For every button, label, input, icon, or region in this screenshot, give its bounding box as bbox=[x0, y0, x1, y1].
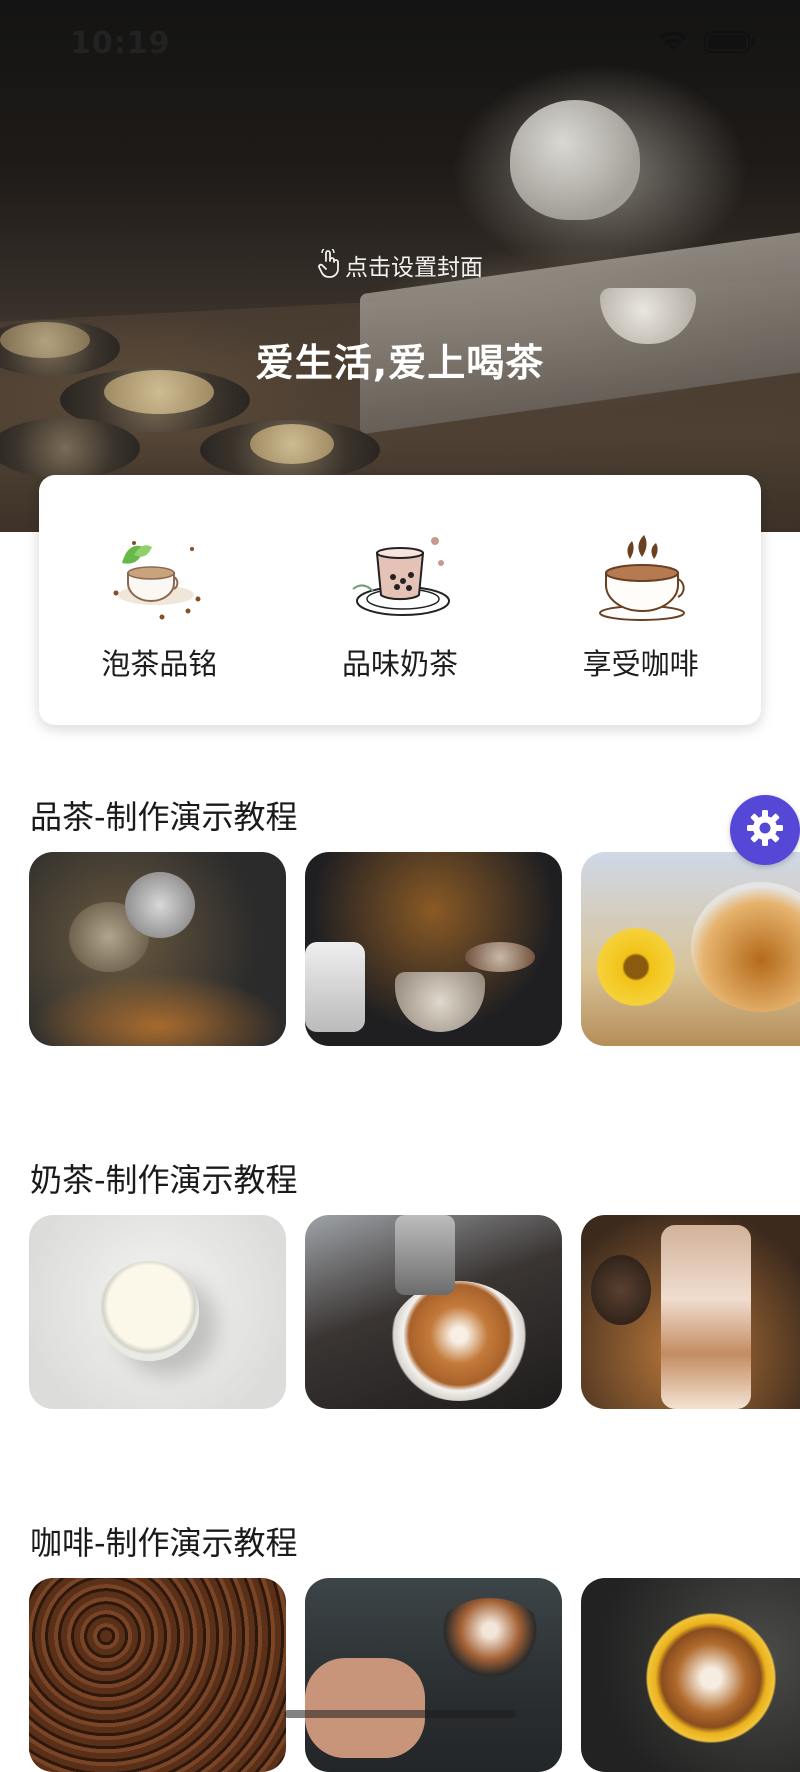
cover-cake-decoration bbox=[250, 424, 334, 464]
coffee-cup-icon bbox=[586, 533, 696, 623]
category-milk-tea[interactable]: 品味奶茶 bbox=[290, 475, 510, 683]
tea-tutorial-list bbox=[29, 852, 800, 1046]
tea-leaves-decoration bbox=[29, 972, 286, 1046]
section-title-coffee: 咖啡-制作演示教程 bbox=[30, 1524, 298, 1562]
battery-icon bbox=[704, 30, 756, 54]
hands-decoration bbox=[305, 1658, 425, 1758]
coffee-tutorial-thumbnail[interactable] bbox=[581, 1578, 800, 1772]
section-title-milk-tea: 奶茶-制作演示教程 bbox=[30, 1161, 298, 1199]
bubble-milk-tea-icon bbox=[345, 533, 455, 623]
tea-bowl-decoration bbox=[395, 972, 485, 1032]
sunflower-decoration bbox=[591, 922, 681, 1012]
hero-title: 爱生活,爱上喝茶 bbox=[255, 341, 545, 385]
home-indicator[interactable] bbox=[284, 1710, 516, 1718]
latte-cup-decoration bbox=[389, 1281, 529, 1401]
cover-teapot-decoration bbox=[510, 100, 640, 220]
iced-milk-tea-decoration bbox=[661, 1225, 751, 1409]
set-cover-label: 点击设置封面 bbox=[345, 255, 483, 281]
milk-tea-tutorial-thumbnail[interactable] bbox=[305, 1215, 562, 1409]
tea-tutorial-thumbnail[interactable] bbox=[29, 852, 286, 1046]
milk-tea-tutorial-thumbnail[interactable] bbox=[29, 1215, 286, 1409]
coffee-tutorial-list bbox=[29, 1578, 800, 1772]
settings-button[interactable] bbox=[730, 795, 800, 865]
status-icons bbox=[658, 30, 756, 54]
latte-art-decoration bbox=[641, 1608, 781, 1748]
tea-cup-icon bbox=[104, 533, 214, 623]
tea-tutorial-thumbnail[interactable] bbox=[305, 852, 562, 1046]
tea-strainer-decoration bbox=[125, 872, 195, 938]
coffee-grinder-decoration bbox=[591, 1255, 651, 1325]
tap-hand-icon bbox=[317, 246, 341, 285]
coffee-tutorial-thumbnail[interactable] bbox=[29, 1578, 286, 1772]
category-tea-label: 泡茶品铭 bbox=[101, 647, 218, 681]
coffee-tutorial-thumbnail[interactable] bbox=[305, 1578, 562, 1772]
category-coffee-label: 享受咖啡 bbox=[582, 647, 699, 681]
status-time: 10:19 bbox=[70, 26, 171, 61]
wifi-icon bbox=[658, 31, 688, 53]
category-tea[interactable]: 泡茶品铭 bbox=[49, 475, 269, 683]
cover-image[interactable]: 10:19 点击设置封面 爱生活,爱上喝茶 bbox=[0, 0, 800, 532]
section-title-tea: 品茶-制作演示教程 bbox=[30, 798, 298, 836]
category-card: 泡茶品铭 品味奶茶 享受咖啡 bbox=[39, 475, 761, 725]
milk-tea-tutorial-list bbox=[29, 1215, 800, 1409]
tea-glass-decoration bbox=[691, 882, 800, 1012]
tea-cup-decoration bbox=[465, 942, 535, 972]
milk-glass-decoration bbox=[99, 1261, 199, 1361]
milk-pitcher-decoration bbox=[395, 1215, 455, 1295]
tea-pitcher-decoration bbox=[305, 942, 365, 1032]
latte-cup-decoration bbox=[435, 1598, 545, 1678]
tea-tutorial-thumbnail[interactable] bbox=[581, 852, 800, 1046]
set-cover-hint[interactable]: 点击设置封面 bbox=[0, 246, 800, 285]
category-milk-tea-label: 品味奶茶 bbox=[341, 647, 458, 681]
milk-tea-tutorial-thumbnail[interactable] bbox=[581, 1215, 800, 1409]
category-coffee[interactable]: 享受咖啡 bbox=[531, 475, 751, 683]
gear-icon bbox=[745, 808, 785, 852]
